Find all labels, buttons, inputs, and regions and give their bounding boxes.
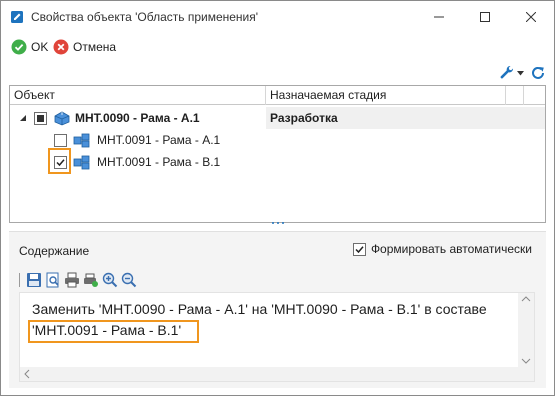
window-title: Свойства объекта 'Область применения' bbox=[31, 10, 259, 24]
cancel-button[interactable]: Отмена bbox=[53, 37, 116, 57]
auto-checkbox[interactable] bbox=[352, 242, 366, 256]
expand-arrow-icon[interactable] bbox=[18, 113, 28, 123]
tree-row[interactable]: МНТ.0091 - Рама - В.1 bbox=[10, 151, 545, 173]
tree-row[interactable]: МНТ.0091 - Рама - А.1 bbox=[10, 129, 545, 151]
ok-button[interactable]: OK bbox=[11, 37, 48, 57]
preview-icon[interactable] bbox=[45, 272, 61, 288]
chevron-down-icon bbox=[517, 70, 524, 75]
zoom-in-icon[interactable] bbox=[102, 272, 118, 288]
ok-label: OK bbox=[31, 40, 49, 54]
column-stage[interactable]: Назначаемая стадия bbox=[266, 86, 506, 105]
object-tree[interactable]: Объект Назначаемая стадия МНТ.0090 - Рам… bbox=[9, 85, 546, 223]
tree-row[interactable]: МНТ.0090 - Рама - А.1 Разработка bbox=[10, 107, 545, 129]
part-icon bbox=[73, 155, 90, 170]
vertical-scrollbar[interactable] bbox=[518, 293, 534, 381]
content-toolbar bbox=[19, 272, 137, 288]
dialog-window: Свойства объекта 'Область применения' OK… bbox=[0, 0, 555, 396]
scroll-left-icon[interactable] bbox=[20, 367, 34, 381]
row-checkbox[interactable] bbox=[54, 133, 67, 147]
tree-cell-object: МНТ.0091 - Рама - В.1 bbox=[54, 151, 266, 173]
checkbox-highlight bbox=[48, 148, 71, 174]
save-icon[interactable] bbox=[26, 272, 42, 288]
row-object-name: МНТ.0090 - Рама - А.1 bbox=[75, 111, 200, 125]
row-stage[interactable] bbox=[266, 151, 270, 173]
print-icon[interactable] bbox=[64, 272, 80, 288]
column-filler bbox=[524, 86, 545, 105]
ok-check-icon bbox=[11, 39, 27, 55]
scroll-up-icon[interactable] bbox=[518, 293, 534, 305]
auto-label: Формировать автоматически bbox=[370, 242, 532, 256]
cancel-label: Отмена bbox=[73, 40, 117, 54]
tree-cell-object: МНТ.0091 - Рама - А.1 bbox=[54, 129, 266, 151]
maximize-button[interactable] bbox=[462, 1, 508, 33]
wrench-icon bbox=[500, 65, 514, 79]
tree-tools bbox=[499, 63, 546, 83]
minimize-button[interactable] bbox=[416, 1, 462, 33]
toolbar-separator bbox=[19, 273, 20, 287]
row-object-name: МНТ.0091 - Рама - В.1 bbox=[97, 155, 221, 169]
content-panel: Содержание Формировать автоматически Зам… bbox=[9, 231, 546, 388]
settings-dropdown-button[interactable] bbox=[499, 65, 524, 81]
refresh-icon[interactable] bbox=[530, 65, 546, 81]
assembly-icon bbox=[54, 111, 70, 126]
row-object-name: МНТ.0091 - Рама - А.1 bbox=[97, 133, 221, 147]
auto-generate-checkbox[interactable]: Формировать автоматически bbox=[352, 242, 532, 256]
close-button[interactable] bbox=[508, 1, 554, 33]
text-highlight bbox=[28, 320, 199, 343]
column-object[interactable]: Объект bbox=[10, 86, 266, 105]
scroll-down-icon[interactable] bbox=[518, 355, 534, 367]
print-settings-icon[interactable] bbox=[83, 272, 99, 288]
maximize-icon bbox=[480, 12, 490, 22]
row-checkbox[interactable] bbox=[34, 111, 47, 125]
content-text-line1: Заменить 'МНТ.0090 - Рама - А.1' на 'МНТ… bbox=[32, 301, 487, 317]
toolbar: OK Отмена bbox=[1, 33, 554, 59]
column-extra bbox=[506, 86, 524, 105]
part-icon bbox=[73, 133, 90, 148]
content-text-area[interactable]: Заменить 'МНТ.0090 - Рама - А.1' на 'МНТ… bbox=[19, 292, 535, 382]
check-mark-icon bbox=[355, 245, 364, 253]
edit-pencil-icon bbox=[11, 11, 23, 23]
close-icon bbox=[526, 12, 536, 22]
tree-header: Объект Назначаемая стадия bbox=[10, 86, 545, 105]
tree-cell-object: МНТ.0090 - Рама - А.1 bbox=[18, 107, 266, 129]
row-stage[interactable] bbox=[266, 129, 270, 151]
zoom-out-icon[interactable] bbox=[121, 272, 137, 288]
minimize-icon bbox=[434, 16, 444, 18]
splitter-handle-icon[interactable] bbox=[271, 221, 285, 225]
horizontal-scrollbar[interactable] bbox=[20, 367, 520, 381]
row-stage[interactable]: Разработка bbox=[266, 107, 545, 129]
cancel-x-icon bbox=[53, 39, 69, 55]
title-bar: Свойства объекта 'Область применения' bbox=[1, 1, 554, 33]
content-label: Содержание bbox=[19, 244, 90, 258]
